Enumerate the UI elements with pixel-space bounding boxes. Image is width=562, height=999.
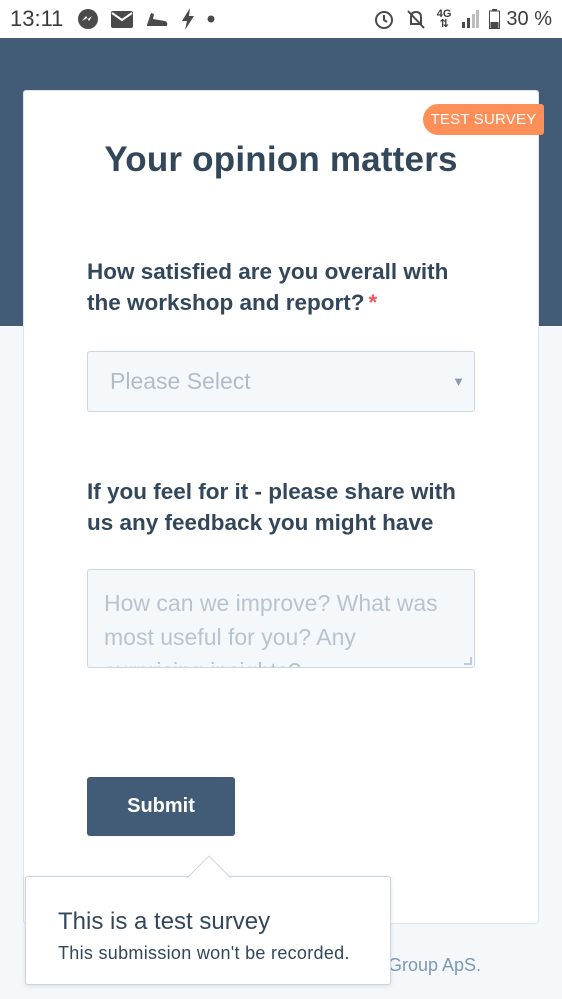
signal-icon [461, 10, 480, 28]
muted-bell-icon [405, 8, 427, 30]
clock: 13:11 [10, 6, 64, 31]
messenger-icon [77, 8, 99, 30]
shoe-icon [145, 9, 169, 29]
select-placeholder: Please Select [110, 368, 251, 394]
question-1-text: How satisfied are you overall with the w… [87, 259, 449, 315]
battery-icon [489, 9, 501, 29]
flash-icon [181, 8, 195, 30]
mail-icon [111, 10, 134, 28]
required-marker: * [368, 290, 378, 315]
chevron-down-icon: ▼ [452, 374, 465, 389]
feedback-textarea[interactable]: How can we improve? What was most useful… [87, 569, 475, 668]
popup-arrow [186, 854, 232, 878]
battery-percent: 30 % [506, 7, 552, 30]
alarm-icon [373, 8, 395, 30]
footer-text: Group ApS. [388, 955, 482, 975]
popup-subtitle: This submission won't be recorded. [58, 943, 350, 963]
network-4g-icon: 4G ⇅ [437, 9, 452, 30]
question-2-label: If you feel for it - please share with u… [87, 479, 456, 535]
satisfaction-select[interactable]: Please Select ▼ [87, 351, 475, 412]
survey-title: Your opinion matters [104, 140, 458, 179]
resize-handle-icon[interactable] [464, 657, 472, 665]
test-survey-badge: TEST SURVEY [423, 104, 544, 135]
popup-title: This is a test survey [58, 908, 271, 935]
status-bar: 13:11 4G ⇅ 30 % [0, 0, 562, 38]
textarea-placeholder: How can we improve? What was most useful… [104, 590, 438, 667]
question-1-label: How satisfied are you overall with the w… [87, 256, 487, 318]
dot-icon [207, 15, 215, 23]
data-arrows-icon: ⇅ [439, 18, 449, 30]
submit-button[interactable]: Submit [87, 777, 235, 836]
